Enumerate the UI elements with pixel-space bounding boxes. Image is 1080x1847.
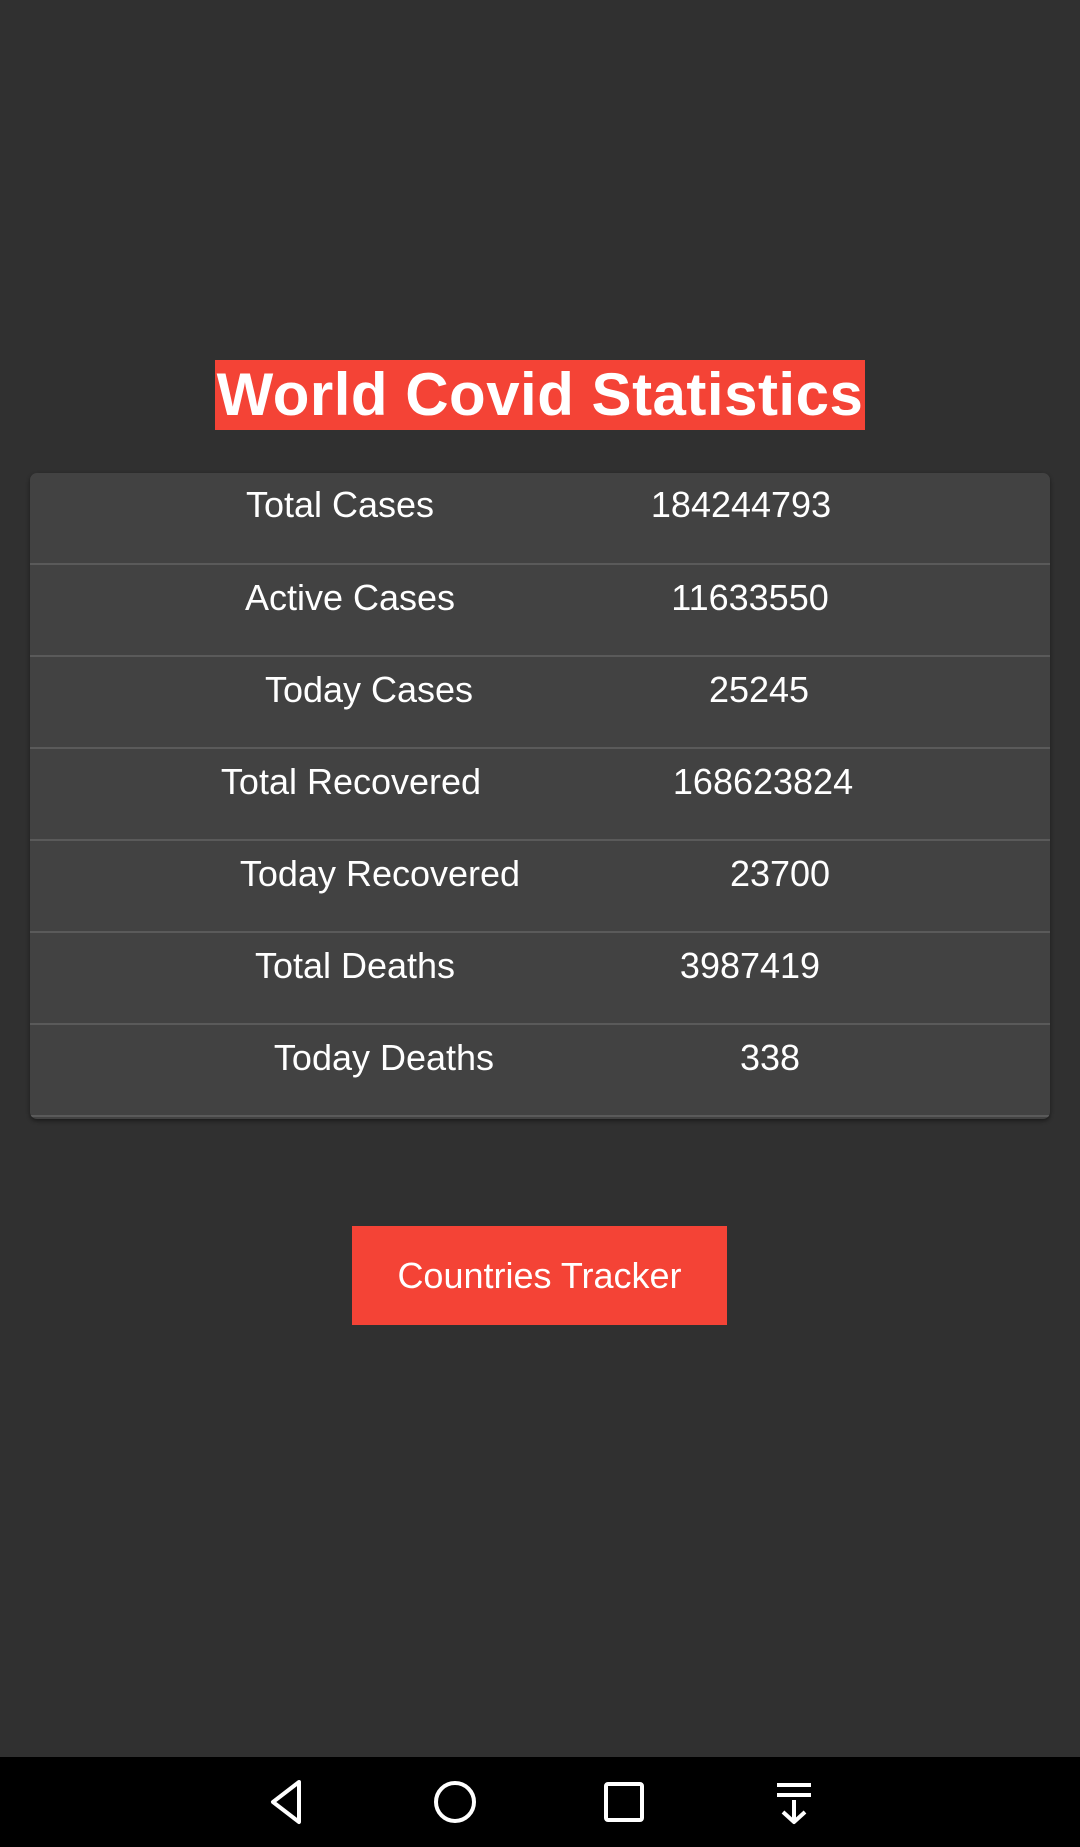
stat-label: Today Cases (264, 669, 474, 710)
stat-label: Today Deaths (273, 1037, 495, 1078)
stats-table: Total Cases 184244793 Active Cases 11633… (30, 473, 1050, 1119)
title-container: World Covid Statistics (0, 360, 1080, 430)
stat-label: Total Recovered (220, 761, 482, 802)
stat-row-active-cases: Active Cases 11633550 (30, 565, 1050, 657)
stat-value: 23700 (729, 853, 831, 894)
stat-row-total-recovered: Total Recovered 168623824 (30, 749, 1050, 841)
stat-value: 338 (739, 1037, 801, 1078)
stat-value: 184244793 (650, 484, 832, 525)
stat-value: 25245 (708, 669, 810, 710)
countries-tracker-button[interactable]: Countries Tracker (352, 1226, 727, 1325)
stat-value: 168623824 (672, 761, 854, 802)
page-title: World Covid Statistics (214, 360, 866, 430)
stat-label: Total Deaths (254, 945, 456, 986)
stat-value: 11633550 (671, 577, 829, 618)
home-icon[interactable] (425, 1772, 485, 1832)
stat-row-total-cases: Total Cases 184244793 (30, 473, 1050, 565)
stat-label: Active Cases (244, 577, 456, 618)
back-icon[interactable] (257, 1772, 317, 1832)
stat-label: Total Cases (245, 484, 435, 525)
stat-label: Today Recovered (239, 853, 521, 894)
stat-row-total-deaths: Total Deaths 3987419 (30, 933, 1050, 1025)
system-navigation-bar (0, 1757, 1080, 1847)
notification-pull-icon[interactable] (764, 1772, 824, 1832)
stat-row-today-recovered: Today Recovered 23700 (30, 841, 1050, 933)
stat-row-today-deaths: Today Deaths 338 (30, 1025, 1050, 1117)
stat-row-today-cases: Today Cases 25245 (30, 657, 1050, 749)
stat-value: 3987419 (679, 945, 821, 986)
recents-icon[interactable] (594, 1772, 654, 1832)
